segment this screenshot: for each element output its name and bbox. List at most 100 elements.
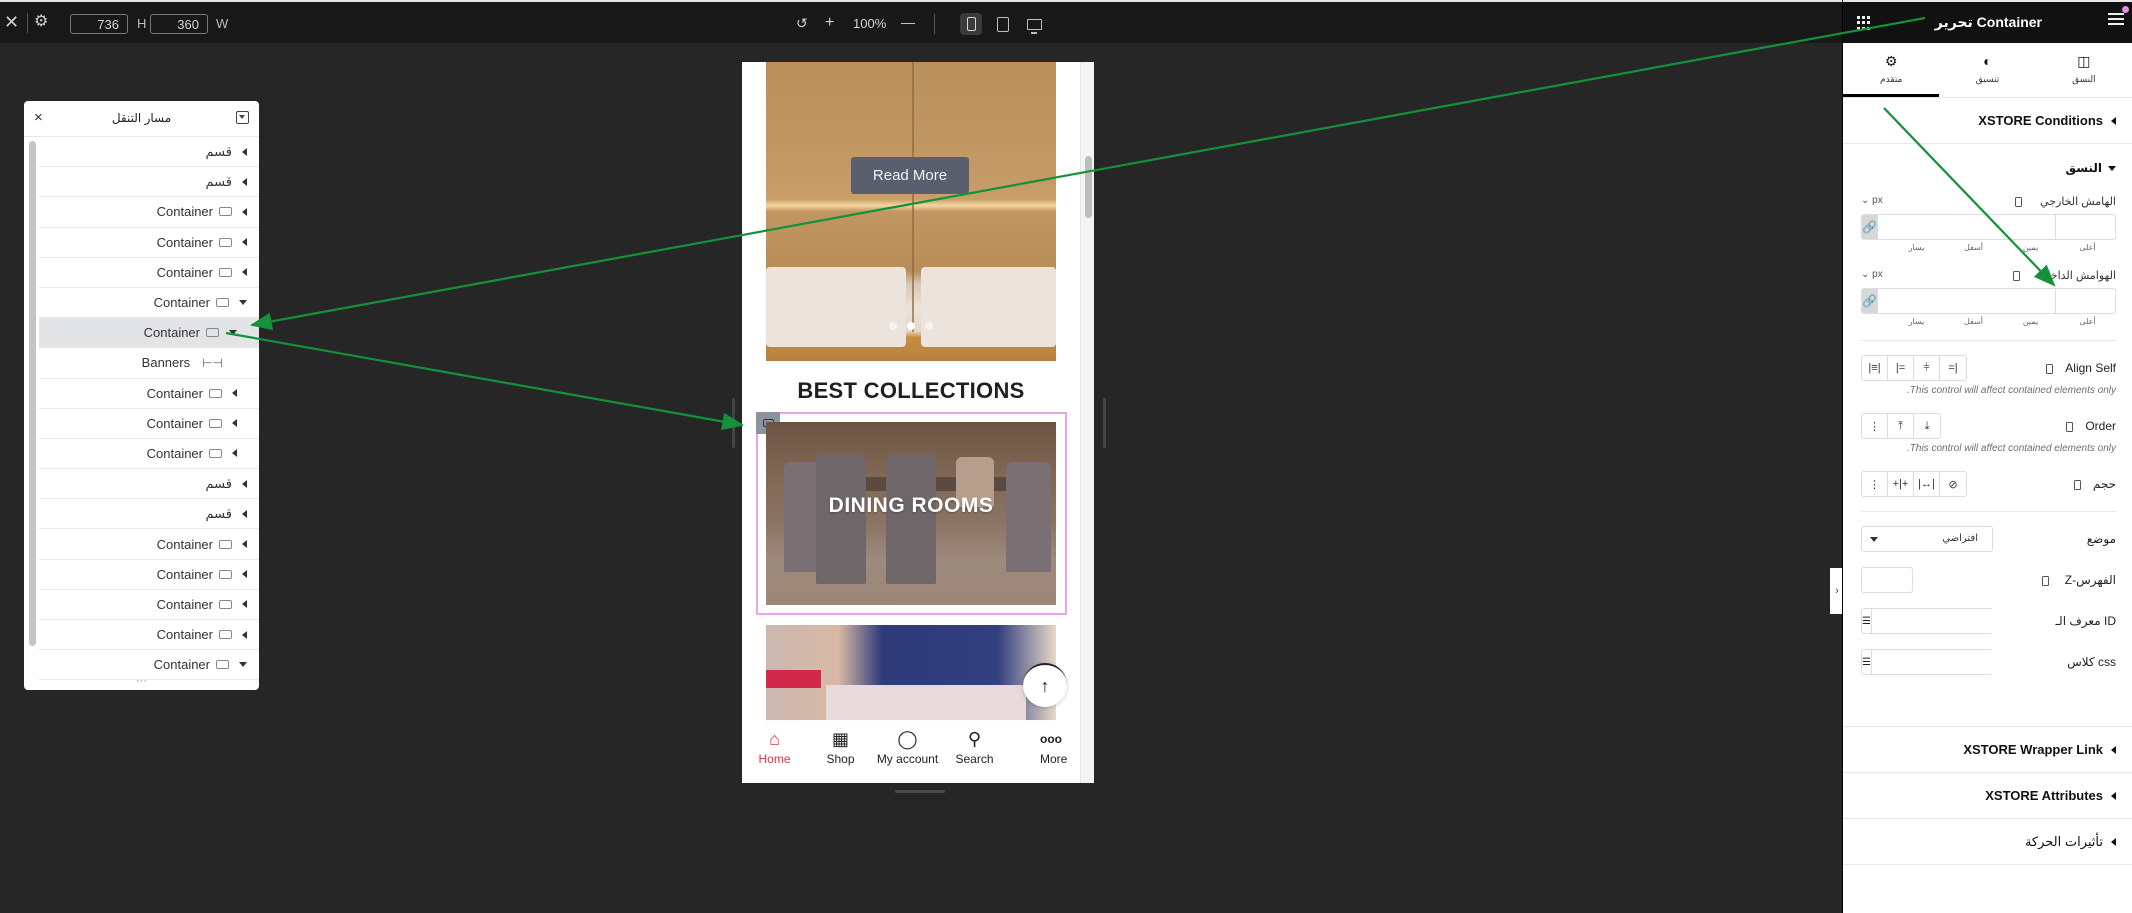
close-icon[interactable]: ✕ bbox=[4, 12, 19, 32]
responsive-icon[interactable] bbox=[2041, 575, 2049, 586]
responsive-icon[interactable] bbox=[2012, 271, 2020, 282]
responsive-icon[interactable] bbox=[2066, 421, 2074, 432]
position-select[interactable]: افتراضي bbox=[1861, 526, 1993, 552]
caret-left-icon[interactable] bbox=[242, 147, 247, 156]
order-custom-button[interactable]: ⋮ bbox=[1862, 414, 1888, 438]
link-icon[interactable]: 🔗 bbox=[1862, 289, 1877, 313]
slider-dot[interactable] bbox=[907, 322, 915, 330]
section-xstore-attributes[interactable]: XSTORE Attributes bbox=[1843, 773, 2132, 819]
size-grow-button[interactable]: +|+ bbox=[1888, 472, 1914, 496]
undo-icon[interactable]: ↺ bbox=[796, 13, 808, 33]
navigator-item[interactable]: Container bbox=[39, 258, 259, 288]
navigator-item[interactable]: قسم bbox=[39, 167, 259, 198]
caret-left-icon[interactable] bbox=[242, 479, 247, 488]
navigator-item[interactable]: Container bbox=[39, 590, 259, 620]
z-index-input[interactable] bbox=[1861, 567, 1913, 593]
caret-left-icon[interactable] bbox=[232, 419, 237, 428]
order-first-button[interactable]: ⤒ bbox=[1888, 414, 1914, 438]
caret-left-icon[interactable] bbox=[242, 238, 247, 247]
tab-layout[interactable]: ◫ النسق bbox=[2036, 43, 2132, 97]
navigator-item[interactable]: Container bbox=[39, 409, 259, 439]
responsive-icon[interactable] bbox=[2046, 363, 2054, 374]
section-layout[interactable]: النسق bbox=[1843, 144, 2132, 192]
align-stretch-button[interactable]: |≡| bbox=[1862, 356, 1888, 380]
slider-dot[interactable] bbox=[889, 322, 897, 330]
width-input[interactable] bbox=[150, 14, 208, 34]
menu-icon[interactable] bbox=[2108, 13, 2124, 27]
align-start-button[interactable]: |= bbox=[1888, 356, 1914, 380]
responsive-icon[interactable] bbox=[2015, 197, 2023, 208]
bottom-nav-shop[interactable]: ▦ Shop bbox=[807, 720, 874, 780]
zoom-out-button[interactable]: — bbox=[901, 12, 915, 32]
navigator-scrollbar[interactable] bbox=[29, 141, 36, 646]
navigator-item[interactable]: Container bbox=[39, 620, 259, 651]
navigator-item[interactable]: قسم bbox=[39, 499, 259, 530]
dynamic-tags-icon[interactable]: ☰ bbox=[1862, 650, 1872, 674]
css-id-input[interactable] bbox=[1871, 609, 2049, 633]
device-tablet-button[interactable] bbox=[992, 13, 1014, 35]
preview-scrollbar[interactable] bbox=[1080, 62, 1094, 783]
padding-left-input[interactable] bbox=[1876, 289, 2055, 313]
tab-style[interactable]: ◐ تنسيق bbox=[1939, 43, 2035, 97]
navigator-item[interactable]: Container bbox=[39, 560, 259, 590]
caret-left-icon[interactable] bbox=[242, 570, 247, 579]
section-xstore-conditions[interactable]: XSTORE Conditions bbox=[1843, 98, 2132, 144]
caret-left-icon[interactable] bbox=[242, 177, 247, 186]
widgets-grid-icon[interactable] bbox=[1857, 16, 1871, 30]
caret-left-icon[interactable] bbox=[242, 207, 247, 216]
size-shrink-button[interactable]: |↔| bbox=[1914, 472, 1940, 496]
scroll-to-top-button[interactable]: ↑ bbox=[1023, 663, 1067, 707]
bottom-nav-my-account[interactable]: ◯ My account bbox=[874, 720, 941, 780]
navigator-item[interactable]: قسم bbox=[39, 137, 259, 168]
bottom-nav-more[interactable]: ooo More bbox=[1008, 720, 1075, 780]
margin-bottom-input[interactable] bbox=[2054, 215, 2115, 239]
caret-left-icon[interactable] bbox=[242, 600, 247, 609]
slider-dot[interactable] bbox=[925, 322, 933, 330]
navigator-item[interactable]: Container bbox=[39, 379, 259, 409]
caret-down-icon[interactable] bbox=[239, 662, 247, 668]
caret-left-icon[interactable] bbox=[242, 540, 247, 549]
resize-handle-bottom[interactable] bbox=[895, 790, 945, 793]
css-classes-input[interactable] bbox=[1871, 650, 2049, 674]
dynamic-tags-icon[interactable]: ☰ bbox=[1862, 609, 1872, 633]
caret-down-icon[interactable] bbox=[239, 300, 247, 306]
margin-left-input[interactable] bbox=[1876, 215, 2055, 239]
dining-rooms-banner[interactable]: DINING ROOMS bbox=[766, 422, 1056, 605]
gear-icon[interactable]: ⚙ bbox=[34, 12, 48, 32]
size-custom-button[interactable]: ⋮ bbox=[1862, 472, 1888, 496]
navigator-item[interactable]: Banners ⊢⊣ bbox=[39, 348, 259, 379]
unit-selector[interactable]: ⌄ px bbox=[1861, 269, 1883, 280]
caret-left-icon[interactable] bbox=[242, 268, 247, 277]
scrollbar-thumb[interactable] bbox=[1085, 156, 1092, 218]
responsive-icon[interactable] bbox=[2073, 479, 2081, 490]
unit-selector[interactable]: ⌄ px bbox=[1861, 195, 1883, 206]
navigator-item[interactable]: Container bbox=[39, 197, 259, 228]
order-last-button[interactable]: ⤓ bbox=[1914, 414, 1940, 438]
navigator-item[interactable]: Container bbox=[39, 650, 259, 681]
align-center-button[interactable]: ⫩ bbox=[1914, 356, 1940, 380]
section-xstore-wrapper-link[interactable]: XSTORE Wrapper Link bbox=[1843, 727, 2132, 773]
section-motion-effects[interactable]: تأثيرات الحركة bbox=[1843, 819, 2132, 865]
resize-handle[interactable]: ··· bbox=[24, 676, 259, 690]
bottom-nav-search[interactable]: ⚲ Search bbox=[941, 720, 1008, 780]
selected-container[interactable]: DINING ROOMS bbox=[756, 412, 1067, 615]
caret-left-icon[interactable] bbox=[242, 630, 247, 639]
caret-left-icon[interactable] bbox=[242, 509, 247, 518]
collapse-all-icon[interactable] bbox=[236, 111, 249, 124]
link-icon[interactable]: 🔗 bbox=[1862, 215, 1877, 239]
caret-down-icon[interactable] bbox=[229, 330, 237, 336]
navigator-item[interactable]: Container bbox=[39, 318, 259, 349]
resize-handle-right[interactable] bbox=[1103, 398, 1106, 448]
navigator-item[interactable]: قسم bbox=[39, 469, 259, 500]
resize-handle-left[interactable] bbox=[732, 398, 735, 448]
navigator-item[interactable]: Container bbox=[39, 439, 259, 470]
align-end-button[interactable]: =| bbox=[1940, 356, 1966, 380]
height-input[interactable] bbox=[70, 14, 128, 34]
device-mobile-button[interactable] bbox=[960, 13, 982, 35]
tab-advanced[interactable]: ⚙ متقدم bbox=[1843, 43, 1940, 97]
size-none-button[interactable]: ⊘ bbox=[1940, 472, 1966, 496]
caret-left-icon[interactable] bbox=[232, 449, 237, 458]
zoom-in-button[interactable]: + bbox=[825, 13, 834, 33]
mattresses-banner[interactable] bbox=[766, 625, 1056, 725]
caret-left-icon[interactable] bbox=[232, 389, 237, 398]
